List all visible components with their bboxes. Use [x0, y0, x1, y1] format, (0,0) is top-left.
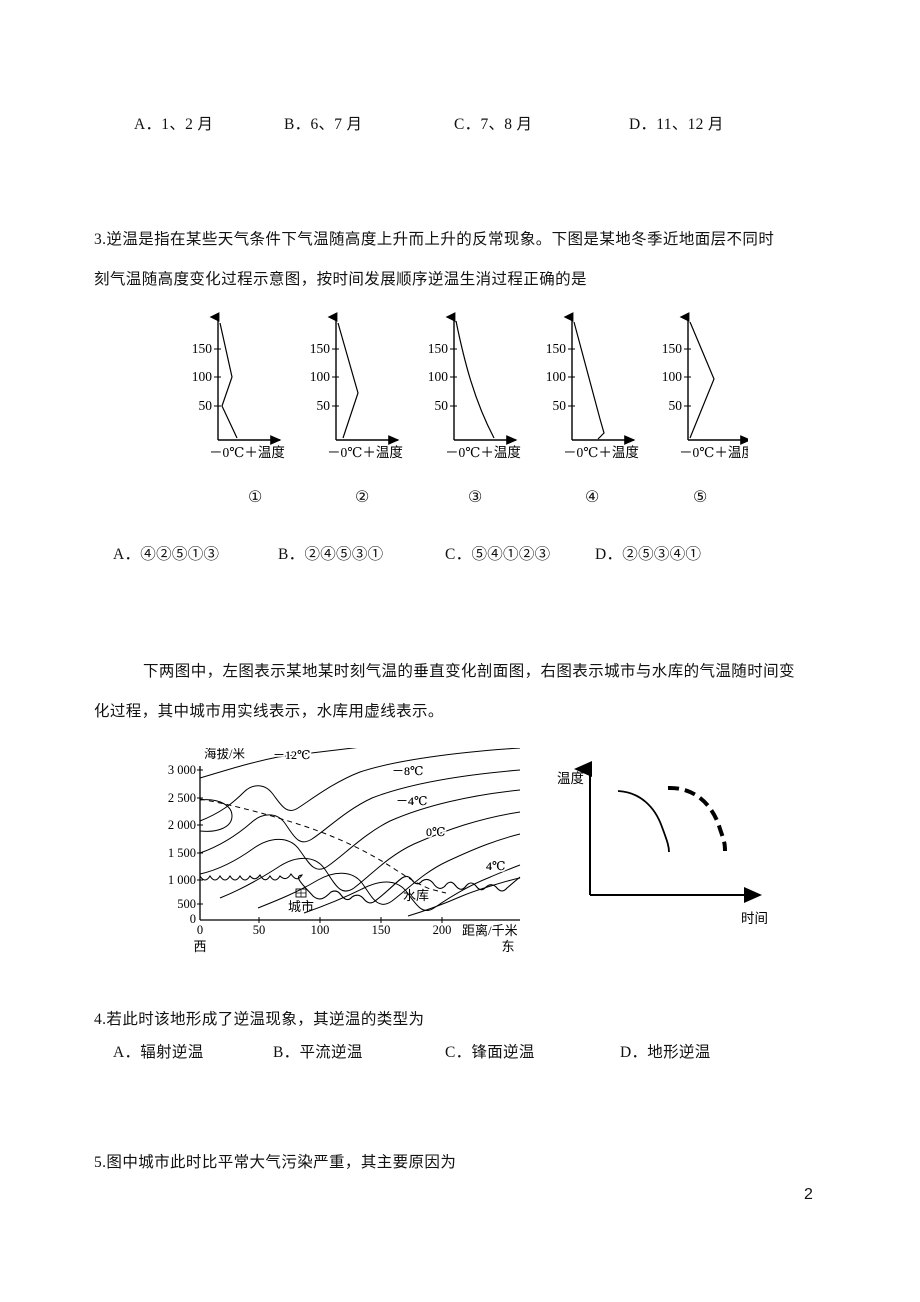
option-a: A．辐射逆温: [113, 1044, 204, 1061]
svg-text:100: 100: [428, 369, 449, 384]
option-c: C．⑤④①②③: [445, 546, 551, 563]
svg-text:150: 150: [546, 341, 567, 356]
svg-text:150: 150: [372, 923, 391, 937]
option-d: D．②⑤③④①: [595, 546, 702, 563]
page-number: 2: [804, 1186, 813, 1203]
isotherm-label-minus4-fg: －4℃: [396, 794, 427, 808]
caption-2: ②: [355, 489, 370, 506]
svg-text:1 000: 1 000: [168, 873, 196, 887]
time-temperature-chart: 温度 时间: [545, 755, 810, 955]
terrain-profile: [199, 872, 521, 904]
svg-text:0: 0: [190, 912, 196, 926]
intro-paragraph-line2: 化过程，其中城市用实线表示，水库用虚线表示。: [94, 703, 444, 720]
time-temperature-svg: 温度 时间: [557, 761, 768, 926]
option-d: D．地形逆温: [620, 1044, 711, 1061]
option-a: A．④②⑤①③: [113, 546, 220, 563]
svg-text:50: 50: [553, 398, 567, 413]
inversion-diagrams-figure: 150 100 50 －0℃＋温度 150 100 50 －0℃＋温度 150 …: [178, 305, 748, 475]
question3-stem-line2: 刻气温随高度变化过程示意图，按时间发展顺序逆温生消过程正确的是: [94, 271, 587, 288]
label-city: 城市: [288, 899, 314, 914]
label-reservoir: 水库: [403, 888, 429, 903]
intro-paragraph-line1: 下两图中，左图表示某地某时刻气温的垂直变化剖面图，右图表示城市与水库的气温随时间…: [143, 663, 795, 680]
x-axis-title: 时间: [741, 911, 768, 926]
isotherm-label-4-fg: 4℃: [486, 859, 505, 873]
svg-text:100: 100: [192, 369, 213, 384]
series-city-curve: [617, 790, 670, 853]
svg-text:100: 100: [662, 369, 683, 384]
isotherm-label-0-fg: 0℃: [426, 825, 445, 839]
option-a: A．1、2 月: [134, 116, 214, 133]
svg-text:100: 100: [311, 923, 330, 937]
inversion-diagram-5: 150 100 50 －0℃＋温度: [662, 312, 748, 460]
direction-west: 西: [193, 939, 206, 954]
isotherm-labels: －12℃ －12℃ －8℃ －8℃ －4℃ －4℃ 0℃ 0℃ 4℃ 4℃: [271, 748, 507, 875]
svg-text:100: 100: [546, 369, 567, 384]
svg-text:1 500: 1 500: [168, 846, 196, 860]
caption-4: ④: [585, 489, 600, 506]
isotherm-label-minus8-fg: －8℃: [392, 764, 423, 778]
option-b: B．②④⑤③①: [278, 546, 384, 563]
x-axis-ticks: 0 50 100 150 200: [197, 923, 452, 937]
svg-text:200: 200: [433, 923, 452, 937]
y-axis-ticks: 3 000 2 500 2 000 1 500 1 000 500 0: [168, 763, 196, 926]
svg-text:150: 150: [428, 341, 449, 356]
svg-text:－0℃＋温度: －0℃＋温度: [563, 445, 639, 460]
svg-text:2 500: 2 500: [168, 791, 196, 805]
svg-text:150: 150: [310, 341, 331, 356]
svg-text:－0℃＋温度: －0℃＋温度: [327, 445, 403, 460]
question3-stem-line1: 3.逆温是指在某些天气条件下气温随高度上升而上升的反常现象。下图是某地冬季近地面…: [94, 231, 775, 248]
inversion-diagram-4: 150 100 50 －0℃＋温度: [546, 312, 639, 460]
series-reservoir-curve: [667, 785, 727, 852]
caption-3: ③: [468, 489, 483, 506]
svg-text:2 000: 2 000: [168, 818, 196, 832]
isotherm-chart-svg: 3 000 2 500 2 000 1 500 1 000 500 0 海拔/米: [168, 748, 521, 954]
option-b: B．6、7 月: [284, 116, 363, 133]
x-axis-title: 距离/千米: [462, 923, 518, 938]
inversion-diagram-1: 150 100 50 －0℃＋温度: [192, 312, 285, 460]
option-b: B．平流逆温: [273, 1044, 363, 1061]
option-d: D．11、12 月: [629, 116, 724, 133]
svg-text:50: 50: [435, 398, 449, 413]
inversion-diagram-3: 150 100 50 －0℃＋温度: [428, 312, 521, 460]
svg-text:500: 500: [177, 897, 196, 911]
svg-text:50: 50: [317, 398, 331, 413]
svg-text:100: 100: [310, 369, 331, 384]
svg-text:50: 50: [253, 923, 266, 937]
svg-text:150: 150: [192, 341, 213, 356]
document-page: A．1、2 月 B．6、7 月 C．7、8 月 D．11、12 月 3.逆温是指在某些…: [0, 0, 920, 1302]
question4-options: A．辐射逆温 B．平流逆温 C．锋面逆温 D．地形逆温: [113, 1040, 753, 1062]
option-c: C．7、8 月: [454, 116, 533, 133]
svg-text:50: 50: [199, 398, 213, 413]
inversion-diagrams-svg: 150 100 50 －0℃＋温度 150 100 50 －0℃＋温度 150 …: [192, 312, 748, 460]
svg-text:150: 150: [662, 341, 683, 356]
isotherm-cross-section-chart: 3 000 2 500 2 000 1 500 1 000 500 0 海拔/米: [128, 748, 528, 973]
isotherm-label-minus12-fg: －12℃: [273, 748, 310, 762]
question3-options: A．④②⑤①③ B．②④⑤③① C．⑤④①②③ D．②⑤③④①: [113, 542, 701, 564]
question2-options: A．1、2 月 B．6、7 月 C．7、8 月 D．11、12 月: [134, 112, 834, 134]
svg-text:0: 0: [197, 923, 203, 937]
svg-text:3 000: 3 000: [168, 763, 196, 777]
inversion-diagram-2: 150 100 50 －0℃＋温度: [310, 312, 403, 460]
caption-5: ⑤: [693, 489, 708, 506]
direction-east: 东: [501, 939, 514, 954]
isotherm-lines: [199, 748, 521, 917]
option-c: C．锋面逆温: [445, 1044, 535, 1061]
svg-text:－0℃＋温度: －0℃＋温度: [679, 445, 748, 460]
caption-1: ①: [248, 489, 263, 506]
y-axis-title: 海拔/米: [204, 748, 245, 761]
svg-text:－0℃＋温度: －0℃＋温度: [445, 445, 521, 460]
svg-text:50: 50: [669, 398, 683, 413]
question5-stem: 5.图中城市此时比平常大气污染严重，其主要原因为: [94, 1154, 457, 1171]
svg-text:－0℃＋温度: －0℃＋温度: [209, 445, 285, 460]
question4-stem: 4.若此时该地形成了逆温现象，其逆温的类型为: [94, 1011, 425, 1028]
y-axis-title: 温度: [557, 771, 584, 786]
